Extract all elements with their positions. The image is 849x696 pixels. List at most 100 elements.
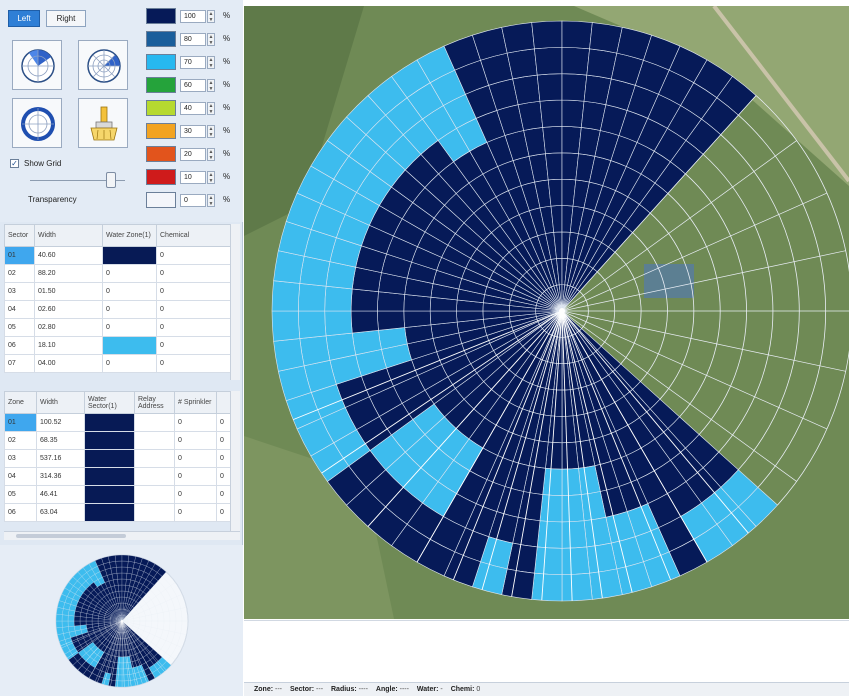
legend-value-field[interactable]: 20	[180, 148, 206, 161]
table-cell[interactable]: 0	[174, 467, 217, 486]
table-cell[interactable]: 0	[216, 413, 231, 432]
table-cell[interactable]: 05	[4, 485, 37, 504]
table-row[interactable]: 07 04.00 0 0	[4, 354, 231, 373]
table-cell[interactable]: 02.60	[34, 300, 103, 319]
table-cell[interactable]: 63.04	[36, 503, 85, 522]
wedge-select-button[interactable]	[12, 40, 62, 90]
legend-color-swatch[interactable]	[146, 123, 176, 139]
table-cell[interactable]: 0	[102, 354, 157, 373]
tab-right[interactable]: Right	[46, 10, 86, 27]
table-cell[interactable]: 0	[156, 300, 231, 319]
table-row[interactable]: 06 18.10 0	[4, 336, 231, 355]
table-cell[interactable]: 0	[174, 485, 217, 504]
column-header[interactable]: Width	[36, 391, 85, 414]
paint-brush-button[interactable]	[78, 98, 128, 148]
column-header[interactable]	[216, 391, 231, 414]
table-cell[interactable]: 40.60	[34, 246, 103, 265]
table-cell[interactable]	[102, 336, 157, 355]
table-row[interactable]: 03 537.16 0 0	[4, 449, 231, 468]
map-canvas[interactable]	[244, 6, 849, 619]
table-cell[interactable]	[102, 246, 157, 265]
table-cell[interactable]: 0	[102, 264, 157, 283]
table-row[interactable]: 02 88.20 0 0	[4, 264, 231, 283]
column-header[interactable]: # Sprinkler	[174, 391, 217, 414]
table-cell[interactable]: 04	[4, 300, 35, 319]
legend-color-swatch[interactable]	[146, 77, 176, 93]
table-cell[interactable]	[134, 449, 175, 468]
legend-color-swatch[interactable]	[146, 169, 176, 185]
table-cell[interactable]: 0	[102, 282, 157, 301]
table-cell[interactable]: 03	[4, 449, 37, 468]
legend-value-field[interactable]: 60	[180, 79, 206, 92]
table-cell[interactable]	[84, 413, 135, 432]
table-cell[interactable]: 0	[174, 503, 217, 522]
legend-spin-arrows-icon[interactable]: ▲ ▼	[207, 102, 215, 115]
legend-value-field[interactable]: 0	[180, 194, 206, 207]
table-row[interactable]: 04 314.36 0 0	[4, 467, 231, 486]
tab-left[interactable]: Left	[8, 10, 40, 27]
column-header[interactable]: Relay Address	[134, 391, 175, 414]
table-cell[interactable]: 01	[4, 413, 37, 432]
table-cell[interactable]	[84, 485, 135, 504]
table-row[interactable]: 01 40.60 0	[4, 246, 231, 265]
table-cell[interactable]: 06	[4, 503, 37, 522]
table-row[interactable]: 03 01.50 0 0	[4, 282, 231, 301]
table-cell[interactable]: 18.10	[34, 336, 103, 355]
table-cell[interactable]: 0	[156, 354, 231, 373]
legend-spin-arrows-icon[interactable]: ▲ ▼	[207, 194, 215, 207]
table-cell[interactable]	[134, 485, 175, 504]
ring-select-button[interactable]	[12, 98, 62, 148]
legend-color-swatch[interactable]	[146, 31, 176, 47]
grid-select-button[interactable]	[78, 40, 128, 90]
table-cell[interactable]: 05	[4, 318, 35, 337]
legend-value-field[interactable]: 100	[180, 10, 206, 23]
zone-table-scrollbar[interactable]	[230, 391, 240, 531]
table-cell[interactable]	[84, 467, 135, 486]
legend-value-field[interactable]: 30	[180, 125, 206, 138]
table-cell[interactable]: 0	[156, 336, 231, 355]
legend-color-swatch[interactable]	[146, 8, 176, 24]
legend-spin-arrows-icon[interactable]: ▲ ▼	[207, 33, 215, 46]
table-cell[interactable]: 04.00	[34, 354, 103, 373]
legend-spin-arrows-icon[interactable]: ▲ ▼	[207, 125, 215, 138]
table-cell[interactable]: 01	[4, 246, 35, 265]
legend-color-swatch[interactable]	[146, 100, 176, 116]
table-cell[interactable]: 0	[174, 431, 217, 450]
overview-minimap[interactable]	[0, 545, 243, 696]
legend-value-field[interactable]: 80	[180, 33, 206, 46]
table-cell[interactable]: 46.41	[36, 485, 85, 504]
column-header[interactable]: Water Zone(1)	[102, 224, 157, 247]
satellite-map-view[interactable]	[244, 6, 849, 619]
table-row[interactable]: 05 02.80 0 0	[4, 318, 231, 337]
table-cell[interactable]: 06	[4, 336, 35, 355]
table-cell[interactable]	[84, 449, 135, 468]
table-cell[interactable]: 07	[4, 354, 35, 373]
legend-spin-arrows-icon[interactable]: ▲ ▼	[207, 56, 215, 69]
table-cell[interactable]: 0	[216, 485, 231, 504]
table-cell[interactable]	[84, 431, 135, 450]
table-cell[interactable]	[84, 503, 135, 522]
table-cell[interactable]: 0	[174, 449, 217, 468]
table-cell[interactable]: 02	[4, 264, 35, 283]
column-header[interactable]: Width	[34, 224, 103, 247]
column-header[interactable]: Chemical	[156, 224, 231, 247]
table-cell[interactable]: 0	[156, 282, 231, 301]
table-cell[interactable]	[134, 413, 175, 432]
table-row[interactable]: 02 68.35 0 0	[4, 431, 231, 450]
legend-spin-arrows-icon[interactable]: ▲ ▼	[207, 148, 215, 161]
legend-color-swatch[interactable]	[146, 146, 176, 162]
table-cell[interactable]	[134, 431, 175, 450]
legend-value-field[interactable]: 10	[180, 171, 206, 184]
legend-spin-arrows-icon[interactable]: ▲ ▼	[207, 10, 215, 23]
table-row[interactable]: 05 46.41 0 0	[4, 485, 231, 504]
column-header[interactable]: Zone	[4, 391, 37, 414]
table-cell[interactable]: 68.35	[36, 431, 85, 450]
table-cell[interactable]	[134, 503, 175, 522]
table-cell[interactable]: 01.50	[34, 282, 103, 301]
table-cell[interactable]: 0	[216, 503, 231, 522]
legend-spin-arrows-icon[interactable]: ▲ ▼	[207, 171, 215, 184]
minimap-canvas[interactable]	[0, 545, 243, 696]
legend-spin-arrows-icon[interactable]: ▲ ▼	[207, 79, 215, 92]
transparency-slider-thumb[interactable]	[105, 172, 116, 188]
column-header[interactable]: Sector	[4, 224, 35, 247]
